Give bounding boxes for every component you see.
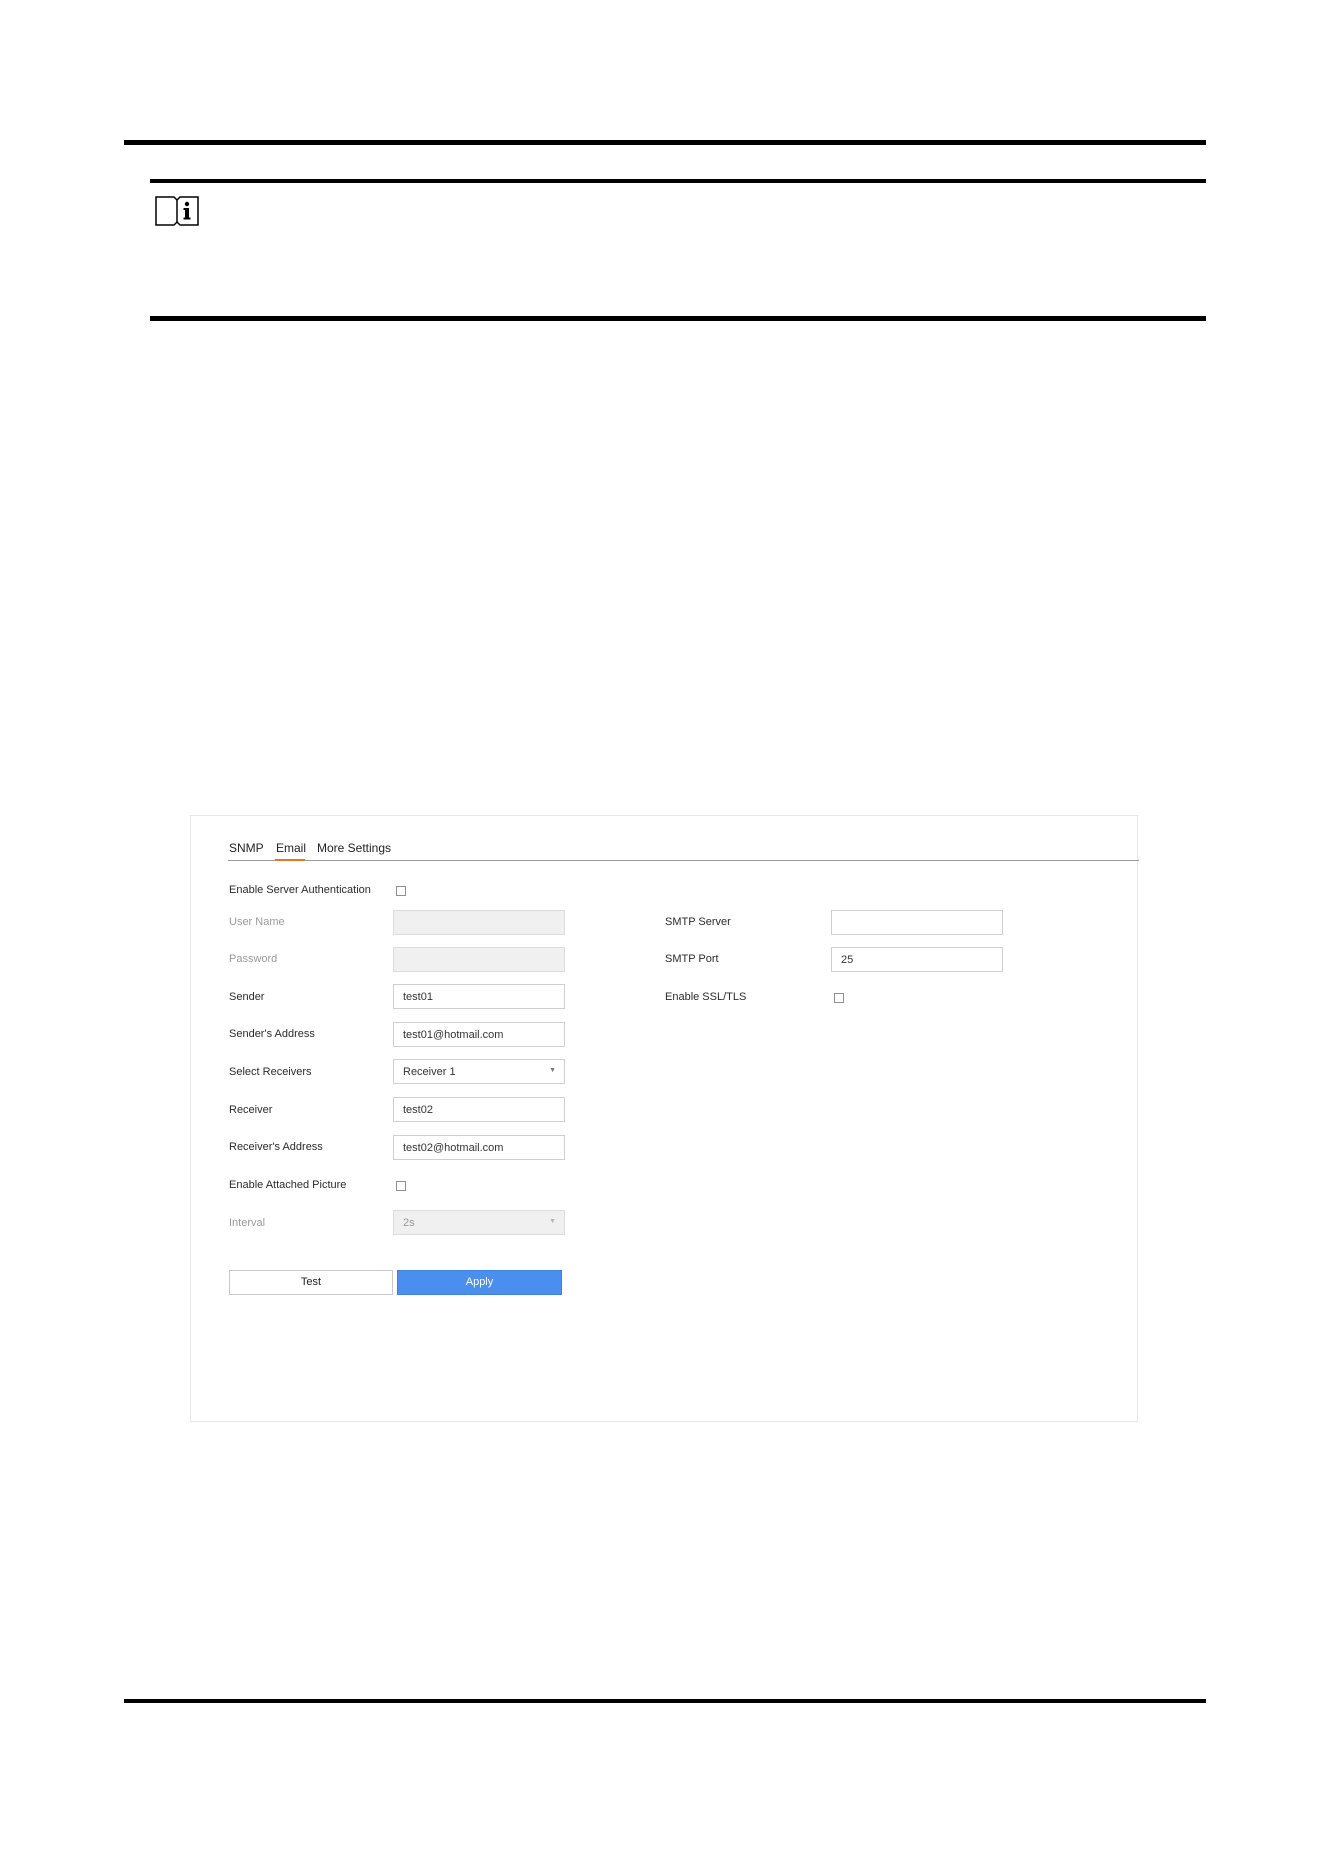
enable-attached-picture-label: Enable Attached Picture [229,1179,347,1191]
smtp-port-label: SMTP Port [665,953,719,965]
user-name-input[interactable] [393,910,565,935]
interval-value: 2s [403,1217,415,1229]
smtp-server-input[interactable] [831,910,1003,935]
apply-button[interactable]: Apply [397,1270,562,1295]
smtp-port-input[interactable]: 25 [831,947,1003,972]
sender-input[interactable]: test01 [393,984,565,1009]
test-button[interactable]: Test [229,1270,393,1295]
select-receivers-dropdown[interactable]: Receiver 1 ▼ [393,1059,565,1084]
sender-address-label: Sender's Address [229,1028,315,1040]
interval-label: Interval [229,1217,266,1229]
caret-down-icon: ▼ [549,1067,556,1074]
receiver-address-label: Receiver's Address [229,1141,323,1153]
sender-address-input[interactable]: test01@hotmail.com [393,1022,565,1047]
tab-more-settings[interactable]: More Settings [317,841,391,855]
enable-server-authentication-checkbox[interactable] [396,886,406,896]
header-rule [124,140,1206,145]
interval-dropdown[interactable]: 2s ▼ [393,1210,565,1235]
select-receivers-label: Select Receivers [229,1066,312,1078]
receiver-label: Receiver [229,1104,273,1116]
select-receivers-value: Receiver 1 [403,1066,456,1078]
smtp-server-label: SMTP Server [665,916,731,928]
tab-email[interactable]: Email [276,841,306,855]
user-name-label: User Name [229,916,285,928]
receiver-address-input[interactable]: test02@hotmail.com [393,1135,565,1160]
password-label: Password [229,953,278,965]
tab-bar-divider [228,860,1139,861]
note-top-rule [150,179,1206,183]
password-input[interactable] [393,947,565,972]
enable-ssl-tls-checkbox[interactable] [834,993,844,1003]
sender-label: Sender [229,991,265,1003]
note-bottom-rule [150,316,1206,321]
book-info-icon [155,196,199,226]
caret-down-icon: ▼ [549,1218,556,1225]
active-tab-indicator [275,859,305,861]
enable-attached-picture-checkbox[interactable] [396,1181,406,1191]
footer-rule [124,1699,1206,1703]
email-settings-panel: SNMP Email More Settings Enable Server A… [190,815,1139,1422]
enable-ssl-tls-label: Enable SSL/TLS [665,991,747,1003]
receiver-input[interactable]: test02 [393,1097,565,1122]
tab-snmp[interactable]: SNMP [229,841,264,855]
enable-server-authentication-label: Enable Server Authentication [229,884,371,896]
